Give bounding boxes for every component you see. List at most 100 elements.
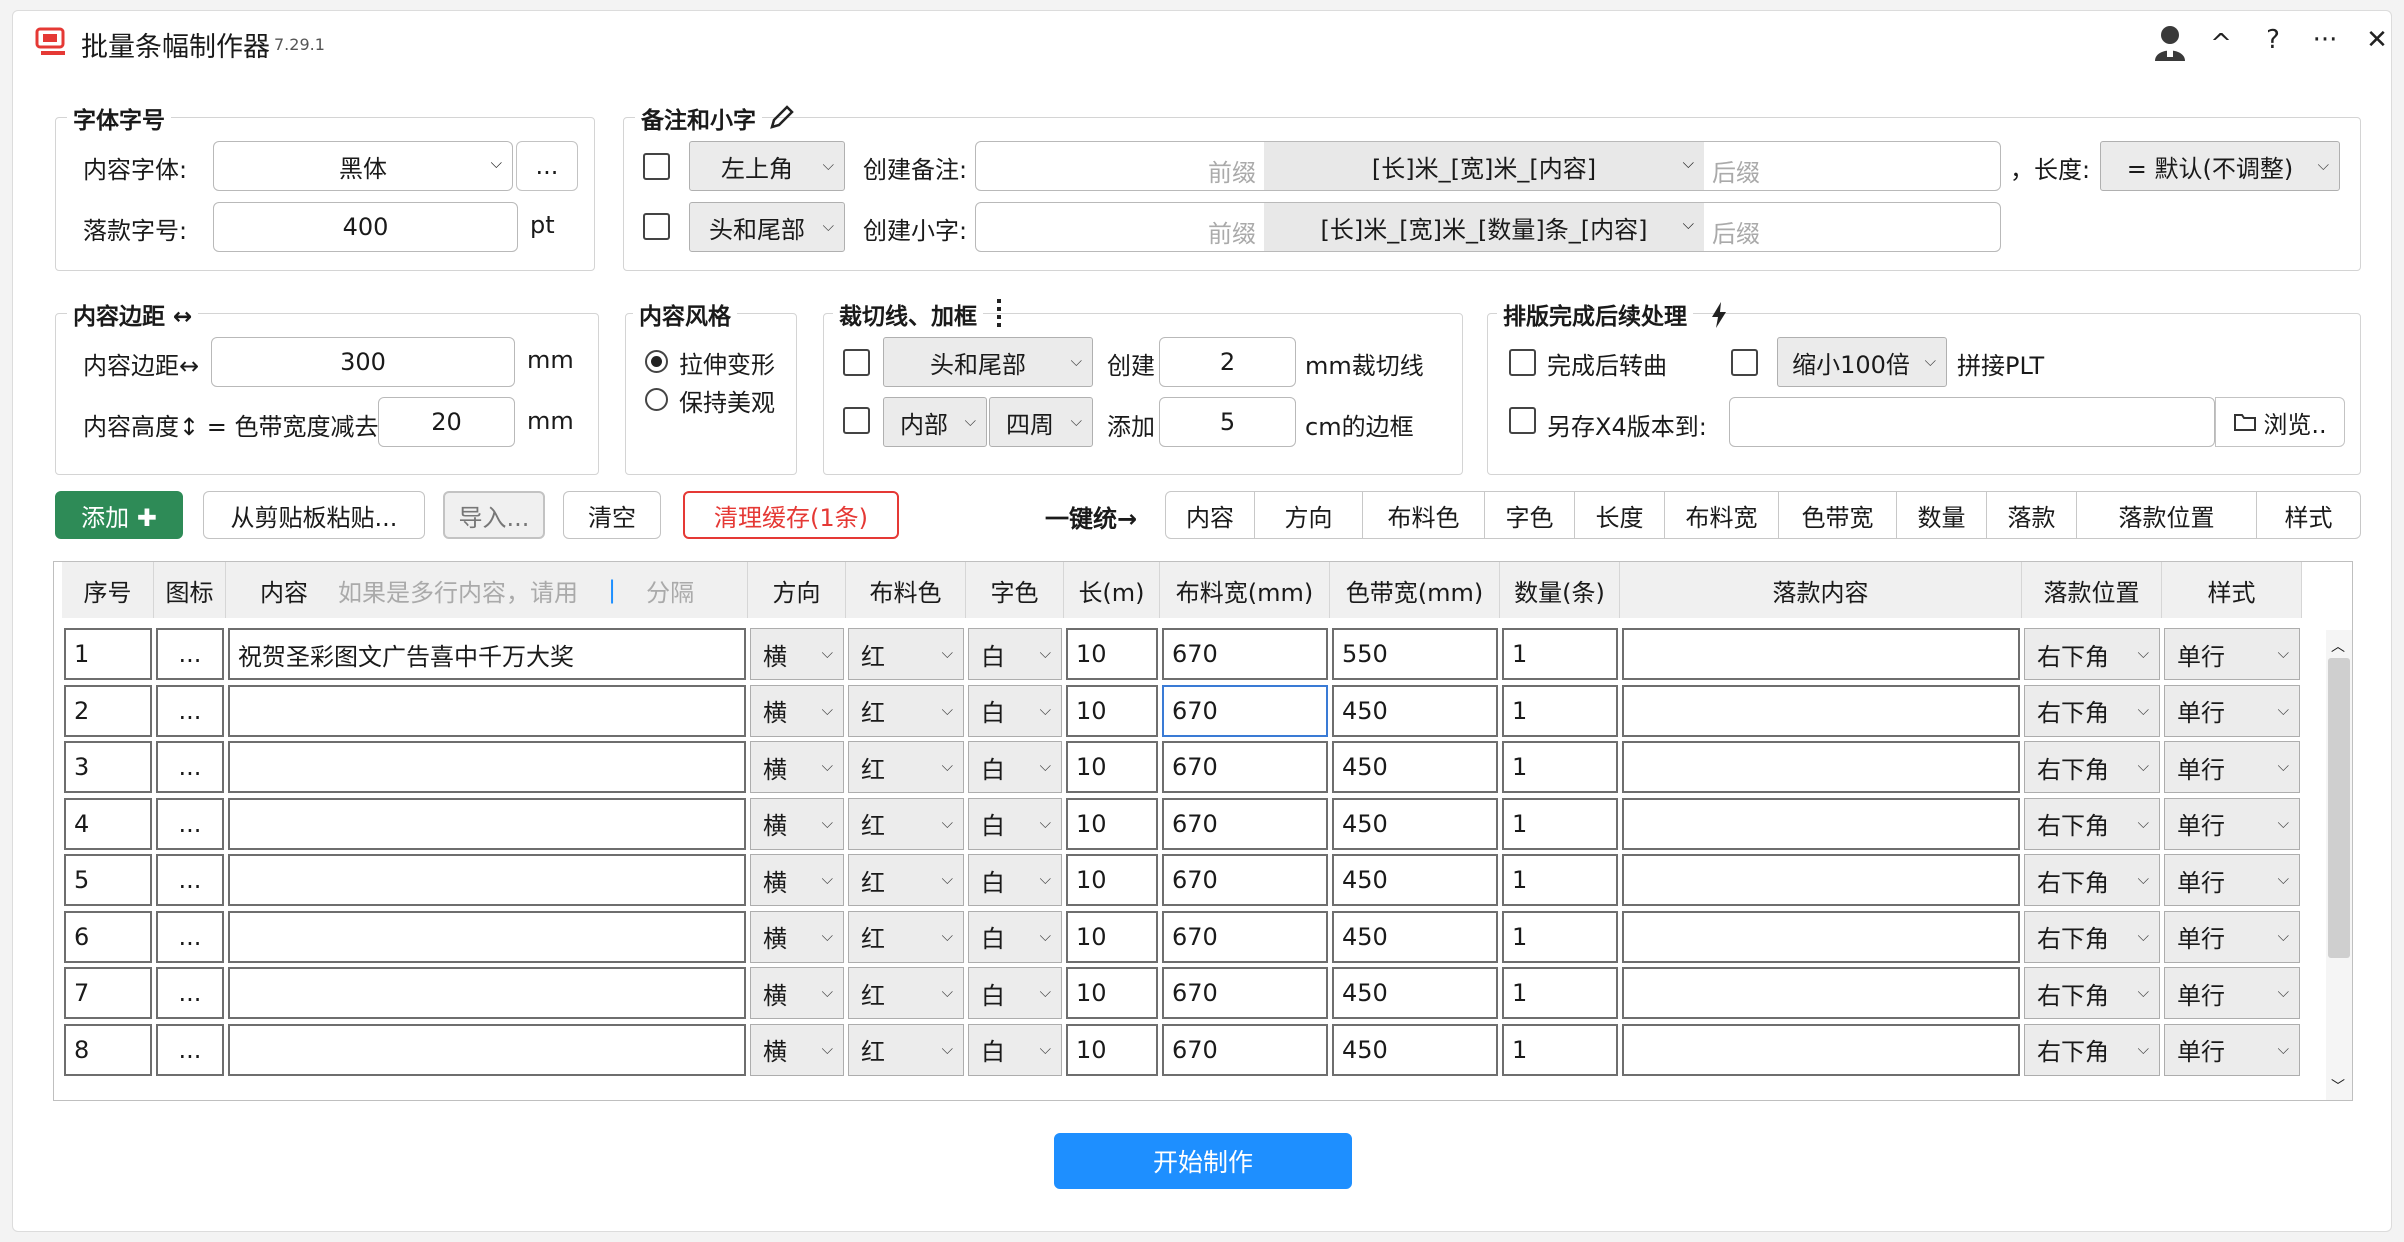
scrollbar-thumb[interactable]: [2328, 658, 2350, 958]
col-sign-cell[interactable]: [1622, 684, 2020, 737]
col-ribbon-width-cell[interactable]: 450: [1332, 1023, 1498, 1076]
cut-line-input[interactable]: 2: [1159, 337, 1296, 387]
shrink-select[interactable]: 缩小100倍 ⌵: [1777, 337, 1947, 387]
scroll-down-icon[interactable]: ﹀: [2331, 1076, 2345, 1096]
col-direction-cell[interactable]: 横 ⌵: [750, 967, 844, 1019]
col-seq-cell[interactable]: 1: [64, 628, 152, 680]
col-cloth-color-cell[interactable]: 红 ⌵: [848, 684, 964, 737]
paste-clipboard-button[interactable]: 从剪贴板粘贴...: [203, 491, 425, 539]
col-sign-cell[interactable]: [1622, 910, 2020, 963]
note-position-select[interactable]: 左上角 ⌵: [689, 141, 845, 191]
col-cloth-color-cell[interactable]: 红 ⌵: [848, 797, 964, 850]
col-font-color-cell[interactable]: 白 ⌵: [968, 967, 1062, 1019]
header-col-cloth-width[interactable]: 布料宽(mm): [1160, 562, 1330, 618]
col-length-cell[interactable]: 10: [1066, 854, 1158, 906]
header-col-icon[interactable]: 图标: [154, 562, 226, 618]
collapse-icon[interactable]: ^: [2203, 29, 2239, 59]
header-col-seq[interactable]: 序号: [62, 562, 154, 618]
import-button[interactable]: 导入...: [443, 491, 545, 539]
vertical-scrollbar[interactable]: ︿ ﹀: [2326, 630, 2352, 1100]
header-col-direction[interactable]: 方向: [748, 562, 846, 618]
browse-button[interactable]: 浏览..: [2215, 397, 2345, 447]
cut-line-checkbox[interactable]: [843, 349, 870, 376]
col-content-cell[interactable]: [228, 854, 746, 906]
col-quantity-cell[interactable]: 1: [1502, 628, 1618, 680]
col-length-cell[interactable]: 10: [1066, 797, 1158, 850]
note-checkbox[interactable]: [643, 153, 670, 180]
border-checkbox[interactable]: [843, 407, 870, 434]
clear-cache-button[interactable]: 清理缓存(1条): [683, 491, 899, 539]
save-x4-checkbox[interactable]: [1509, 407, 1536, 434]
small-format-select[interactable]: [长]米_[宽]米_[数量]条_[内容] ⌵: [1264, 203, 1704, 251]
col-sign-position-cell[interactable]: 右下角 ⌵: [2024, 741, 2160, 793]
col-icon-cell[interactable]: ...: [156, 1023, 224, 1076]
col-seq-cell[interactable]: 7: [64, 967, 152, 1019]
col-content-cell[interactable]: [228, 967, 746, 1019]
unify-direction-button[interactable]: 方向: [1254, 492, 1362, 538]
close-icon[interactable]: ✕: [2359, 25, 2395, 55]
col-length-cell[interactable]: 10: [1066, 684, 1158, 737]
note-format-input[interactable]: 前缀 [长]米_[宽]米_[内容] ⌵ 后缀: [975, 141, 2001, 191]
col-sign-position-cell[interactable]: 右下角 ⌵: [2024, 628, 2160, 680]
col-direction-cell[interactable]: 横 ⌵: [750, 797, 844, 850]
note-format-select[interactable]: [长]米_[宽]米_[内容] ⌵: [1264, 142, 1704, 190]
col-sign-position-cell[interactable]: 右下角 ⌵: [2024, 1023, 2160, 1076]
col-sign-cell[interactable]: [1622, 1023, 2020, 1076]
col-cloth-color-cell[interactable]: 红 ⌵: [848, 628, 964, 680]
col-quantity-cell[interactable]: 1: [1502, 854, 1618, 906]
col-cloth-width-cell[interactable]: 670: [1162, 684, 1328, 737]
col-direction-cell[interactable]: 横 ⌵: [750, 910, 844, 963]
col-seq-cell[interactable]: 5: [64, 854, 152, 906]
small-format-input[interactable]: 前缀 [长]米_[宽]米_[数量]条_[内容] ⌵ 后缀: [975, 202, 2001, 252]
col-cloth-color-cell[interactable]: 红 ⌵: [848, 910, 964, 963]
sign-size-input[interactable]: 400: [213, 202, 518, 252]
col-font-color-cell[interactable]: 白 ⌵: [968, 741, 1062, 793]
unify-content-button[interactable]: 内容: [1166, 492, 1254, 538]
col-sign-cell[interactable]: [1622, 797, 2020, 850]
border-side-select[interactable]: 内部 ⌵: [883, 397, 987, 447]
col-seq-cell[interactable]: 2: [64, 684, 152, 737]
col-cloth-width-cell[interactable]: 670: [1162, 628, 1328, 680]
border-width-input[interactable]: 5: [1159, 397, 1296, 447]
col-sign-cell[interactable]: [1622, 628, 2020, 680]
col-icon-cell[interactable]: ...: [156, 797, 224, 850]
header-col-content[interactable]: 内容 如果是多行内容，请用 | 分隔: [226, 562, 748, 618]
col-ribbon-width-cell[interactable]: 450: [1332, 910, 1498, 963]
col-sign-cell[interactable]: [1622, 854, 2020, 906]
col-ribbon-width-cell[interactable]: 550: [1332, 628, 1498, 680]
col-direction-cell[interactable]: 横 ⌵: [750, 854, 844, 906]
margin-input[interactable]: 300: [211, 337, 515, 387]
unify-quantity-button[interactable]: 数量: [1896, 492, 1986, 538]
clear-button[interactable]: 清空: [563, 491, 661, 539]
col-ribbon-width-cell[interactable]: 450: [1332, 741, 1498, 793]
col-ribbon-width-cell[interactable]: 450: [1332, 684, 1498, 737]
col-icon-cell[interactable]: ...: [156, 910, 224, 963]
help-icon[interactable]: ?: [2255, 25, 2291, 55]
start-button[interactable]: 开始制作: [1054, 1133, 1352, 1189]
col-icon-cell[interactable]: ...: [156, 967, 224, 1019]
col-cloth-width-cell[interactable]: 670: [1162, 741, 1328, 793]
col-quantity-cell[interactable]: 1: [1502, 797, 1618, 850]
col-seq-cell[interactable]: 3: [64, 741, 152, 793]
col-font-color-cell[interactable]: 白 ⌵: [968, 684, 1062, 737]
col-style-cell[interactable]: 单行 ⌵: [2164, 628, 2300, 680]
col-quantity-cell[interactable]: 1: [1502, 741, 1618, 793]
col-sign-position-cell[interactable]: 右下角 ⌵: [2024, 854, 2160, 906]
unify-ribbon-width-button[interactable]: 色带宽: [1778, 492, 1896, 538]
header-col-sign-position[interactable]: 落款位置: [2022, 562, 2162, 618]
col-ribbon-width-cell[interactable]: 450: [1332, 967, 1498, 1019]
col-cloth-width-cell[interactable]: 670: [1162, 967, 1328, 1019]
col-sign-position-cell[interactable]: 右下角 ⌵: [2024, 684, 2160, 737]
keep-beauty-radio[interactable]: [645, 388, 668, 411]
length-select[interactable]: = 默认(不调整) ⌵: [2100, 141, 2340, 191]
col-ribbon-width-cell[interactable]: 450: [1332, 797, 1498, 850]
col-direction-cell[interactable]: 横 ⌵: [750, 628, 844, 680]
col-sign-position-cell[interactable]: 右下角 ⌵: [2024, 797, 2160, 850]
col-style-cell[interactable]: 单行 ⌵: [2164, 910, 2300, 963]
col-direction-cell[interactable]: 横 ⌵: [750, 1023, 844, 1076]
shrink-checkbox[interactable]: [1731, 349, 1758, 376]
col-direction-cell[interactable]: 横 ⌵: [750, 741, 844, 793]
col-font-color-cell[interactable]: 白 ⌵: [968, 910, 1062, 963]
unify-cloth-width-button[interactable]: 布料宽: [1664, 492, 1778, 538]
col-length-cell[interactable]: 10: [1066, 628, 1158, 680]
